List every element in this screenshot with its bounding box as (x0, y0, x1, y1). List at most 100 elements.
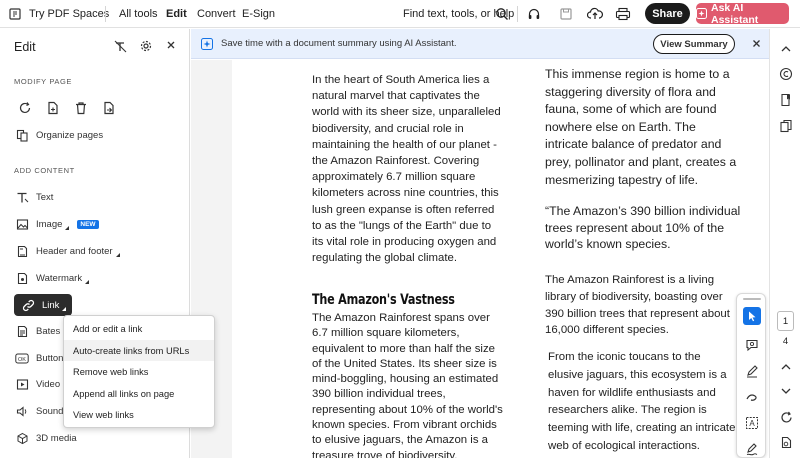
view-summary-button[interactable]: View Summary (653, 34, 735, 54)
text-line: known species. From vibrant orchids (312, 419, 497, 432)
total-pages: 4 (782, 336, 789, 347)
text-line: web of ecological interactions. (548, 439, 700, 452)
nav-edit[interactable]: Edit (166, 0, 187, 28)
rotate-icon[interactable] (18, 101, 32, 115)
pdf-spaces-icon[interactable] (8, 0, 22, 28)
watermark-tool[interactable]: Watermark (14, 267, 90, 289)
text-line: researchers alike. The region is (548, 404, 707, 417)
select-cursor-icon[interactable] (743, 307, 761, 325)
zoom-page-icon[interactable] (778, 434, 794, 450)
col2-paragraph-2: The Amazon Rainforest is a living library… (545, 272, 755, 339)
link-tool[interactable]: Link (14, 294, 73, 316)
pdf-page[interactable]: In the heart of South America lies a natu… (232, 60, 769, 458)
divider (105, 6, 106, 22)
text-line: world’s known species. (545, 237, 671, 252)
share-button[interactable]: Share (645, 3, 690, 24)
image-icon (14, 218, 30, 231)
ai-assistant-button[interactable]: Ask AI Assistant (696, 2, 789, 26)
text-line: world with its sheer size, unparalleled (312, 106, 501, 119)
text-box-icon[interactable]: A (743, 414, 761, 432)
nav-all-tools[interactable]: All tools (119, 0, 158, 28)
insert-page-icon[interactable] (46, 101, 60, 115)
bookmark-page-icon[interactable] (778, 92, 794, 108)
organize-pages-tool[interactable]: Organize pages (14, 124, 103, 146)
submenu-corner-icon (115, 253, 120, 257)
new-badge: NEW (77, 219, 99, 229)
page-up-icon[interactable] (778, 359, 794, 375)
nav-convert[interactable]: Convert (197, 0, 236, 28)
banner-message: Save time with a document summary using … (221, 38, 457, 49)
text-line: biodiversity, and crucial role in (312, 122, 464, 135)
text-line: lush green expanse is often referred (312, 203, 495, 216)
ai-chat-icon[interactable] (778, 66, 794, 82)
sound-icon (14, 405, 30, 418)
text-line: 390 billion trees that represent about (545, 307, 730, 320)
3d-media-label: 3D media (36, 432, 77, 444)
upload-cloud-icon[interactable] (587, 0, 603, 28)
copy-pages-icon[interactable] (778, 118, 794, 134)
menu-item-auto-create-links[interactable]: Auto-create links from URLs (64, 340, 214, 361)
link-context-menu: Add or edit a link Auto-create links fro… (63, 315, 215, 428)
sign-icon[interactable] (743, 440, 761, 458)
button-tool-label: Button (36, 352, 64, 364)
image-tool[interactable]: Image NEW (14, 213, 99, 235)
organize-pages-icon (14, 129, 30, 142)
submenu-corner-icon (62, 307, 67, 311)
document-viewer[interactable]: In the heart of South America lies a natu… (191, 60, 769, 458)
save-icon[interactable] (559, 0, 573, 28)
text-tool[interactable]: Text (14, 186, 53, 208)
top-bar: Try PDF Spaces All tools Edit Convert E-… (0, 0, 800, 28)
text-line: The Amazon Rainforest spans over (312, 312, 490, 324)
3d-media-tool[interactable]: 3D media (14, 427, 77, 449)
text-line: This immense region is home to a (545, 67, 730, 81)
delete-icon[interactable] (74, 101, 88, 115)
text-line: library of biodiversity, boasting over (545, 290, 723, 303)
try-pdf-spaces-link[interactable]: Try PDF Spaces (29, 0, 109, 28)
menu-item-add-edit-link[interactable]: Add or edit a link (64, 318, 214, 339)
video-icon (14, 378, 30, 391)
right-rail: 1 4 (770, 29, 800, 458)
menu-item-remove-web-links[interactable]: Remove web links (64, 361, 214, 382)
panel-title: Edit (14, 40, 36, 54)
text-line: treasure trove of biodiversity. (312, 449, 458, 458)
page-number-input[interactable]: 1 (777, 311, 794, 331)
ai-summary-banner: Save time with a document summary using … (191, 29, 769, 59)
text-line: elusive jaguars, this ecosystem is a (548, 368, 727, 381)
menu-item-view-web-links[interactable]: View web links (64, 404, 214, 425)
text-line: equivalent to more than half the size (312, 342, 495, 355)
text-line: 390 billion individual trees, (312, 388, 446, 401)
close-icon[interactable] (166, 40, 176, 50)
text-line: of the United States. Its sheer size is (312, 357, 497, 370)
text-line: maintaining the health of our planet - (312, 138, 497, 151)
text-tool-label: Text (36, 191, 54, 203)
button-ok-icon: OK (14, 353, 30, 364)
nav-esign[interactable]: E-Sign (242, 0, 275, 28)
comment-icon[interactable] (743, 336, 761, 354)
close-banner-icon[interactable] (752, 39, 761, 48)
header-footer-tool[interactable]: Header and footer (14, 240, 120, 262)
page-down-icon[interactable] (778, 383, 794, 399)
text-line: “The Amazon’s 390 billion individual (545, 204, 741, 218)
search-icon[interactable] (495, 0, 509, 28)
refresh-icon[interactable] (778, 409, 794, 425)
quick-tools-bar: A (736, 293, 766, 458)
bates-icon (14, 325, 30, 338)
video-tool[interactable]: Video (14, 373, 60, 395)
menu-item-append-all-links[interactable]: Append all links on page (64, 383, 214, 404)
bates-numbering-tool[interactable]: Bates n (14, 320, 68, 342)
text-line: representing about 10% of the world's (312, 403, 503, 416)
headphones-icon[interactable] (527, 0, 541, 28)
text-line: to elusive jaguars, the Amazon is a (312, 434, 489, 447)
header-footer-label: Header and footer (36, 245, 113, 257)
print-icon[interactable] (615, 0, 631, 28)
draw-pen-icon[interactable] (743, 362, 761, 380)
edit-text-toggle-icon[interactable] (114, 40, 127, 53)
drag-handle[interactable] (743, 298, 761, 300)
button-tool[interactable]: OK Button (14, 347, 63, 369)
text-line: its vital role in producing oxygen and (312, 236, 497, 249)
freeform-draw-icon[interactable] (743, 388, 761, 406)
chevron-up-icon[interactable] (778, 41, 794, 57)
extract-page-icon[interactable] (102, 101, 116, 115)
gear-icon[interactable] (139, 39, 153, 53)
sound-tool[interactable]: Sound (14, 400, 63, 422)
